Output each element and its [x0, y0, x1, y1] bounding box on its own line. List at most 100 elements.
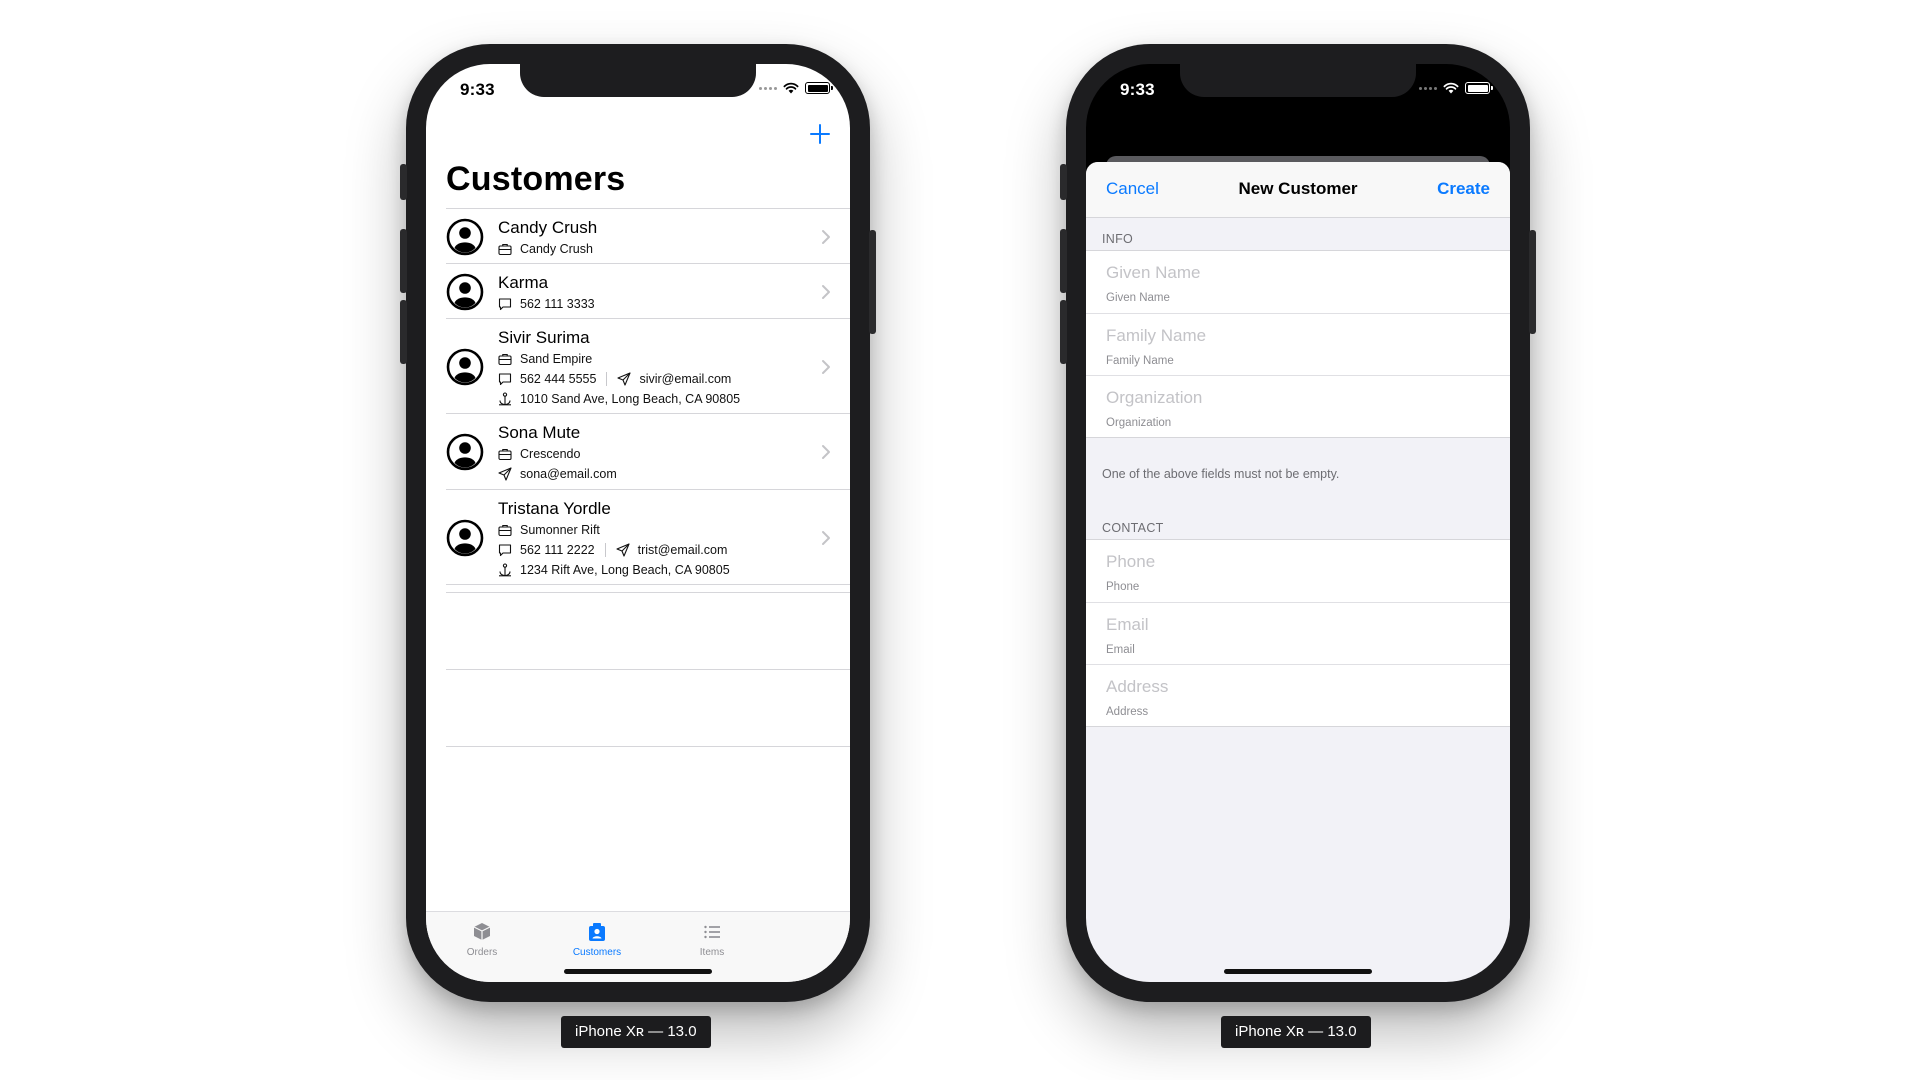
add-customer-plus-icon[interactable]	[808, 122, 832, 146]
customer-detail-line: sona@email.com	[498, 464, 850, 484]
customer-name: Sona Mute	[498, 423, 581, 442]
send-icon	[498, 467, 512, 481]
given-name-field[interactable]: Given Name Given Name	[1086, 251, 1510, 313]
chevron-right-icon	[822, 530, 830, 545]
simulator-canvas: 9:33 Customers Candy Crush Candy Crush Kar…	[0, 0, 1920, 1080]
organization-placeholder: Organization	[1106, 388, 1203, 407]
email-field[interactable]: Email Email	[1086, 602, 1510, 664]
new-customer-sheet: Cancel New Customer Create INFO Given Na…	[1086, 162, 1510, 982]
customer-detail-line: 1010 Sand Ave, Long Beach, CA 90805	[498, 389, 850, 409]
customer-detail-line: 562 444 5555 sivir@email.com	[498, 369, 850, 389]
battery-icon	[1465, 82, 1493, 94]
list-bottom-separator	[446, 584, 850, 585]
customer-row[interactable]: Sona Mute Crescendo sona@email.com	[446, 413, 850, 489]
chevron-right-icon	[822, 284, 830, 299]
status-time: 9:33	[460, 80, 495, 99]
customer-detail-line: 1234 Rift Ave, Long Beach, CA 90805	[498, 560, 850, 580]
family-name-field[interactable]: Family Name Family Name	[1086, 313, 1510, 375]
volume-down-button	[1060, 300, 1067, 364]
family-name-placeholder: Family Name	[1106, 326, 1207, 345]
briefcase-icon	[498, 523, 512, 537]
person-circle-icon	[446, 273, 484, 310]
customer-detail-text: 1010 Sand Ave, Long Beach, CA 90805	[520, 392, 741, 406]
person-circle-icon	[446, 218, 484, 255]
cellular-dots-icon	[759, 86, 777, 90]
customer-detail-text: 562 111 2222	[520, 543, 595, 557]
customer-detail-line: Sumonner Rift	[498, 520, 850, 540]
customer-detail-line: Sand Empire	[498, 349, 850, 369]
create-button[interactable]: Create	[1437, 179, 1490, 199]
customer-detail-text: sivir@email.com	[639, 372, 732, 386]
customers-screen: 9:33 Customers Candy Crush Candy Crush Kar…	[426, 64, 850, 982]
device-caption-right: iPhone Xʀ — 13.0	[1221, 1016, 1371, 1048]
customer-detail-text: Crescendo	[520, 447, 581, 461]
customer-row[interactable]: Tristana Yordle Sumonner Rift 562 111 2222…	[446, 489, 850, 584]
status-bar: 9:33	[426, 64, 850, 108]
email-placeholder: Email	[1106, 615, 1149, 634]
briefcase-icon	[498, 447, 512, 461]
briefcase-icon	[498, 242, 512, 256]
empty-row-separator	[446, 746, 850, 747]
chevron-right-icon	[822, 359, 830, 374]
customer-detail-text: Candy Crush	[520, 242, 593, 256]
status-bar: 9:33	[1086, 64, 1510, 108]
new-customer-screen: 9:33 Cancel New Customer Create INFO Giv…	[1086, 64, 1510, 982]
chevron-right-icon	[822, 445, 830, 459]
empty-row-separator	[446, 592, 850, 593]
sheet-navigation-bar: Cancel New Customer Create	[1086, 162, 1510, 218]
address-field[interactable]: Address Address	[1086, 664, 1510, 726]
iphone-frame-customers: 9:33 Customers Candy Crush Candy Crush Kar…	[400, 44, 876, 1002]
page-title: Customers	[446, 160, 626, 198]
family-name-label: Family Name	[1106, 355, 1174, 367]
volume-down-button	[400, 300, 407, 364]
info-section-header: INFO	[1102, 232, 1134, 246]
customer-row[interactable]: Candy Crush Candy Crush	[446, 208, 850, 263]
address-label: Address	[1106, 706, 1149, 718]
tab-orders[interactable]: Orders	[432, 921, 532, 958]
person-card-icon	[589, 923, 605, 941]
given-name-label: Given Name	[1106, 292, 1170, 304]
list-icon	[704, 925, 720, 939]
customer-row[interactable]: Sivir Surima Sand Empire 562 444 5555 sivir…	[446, 318, 850, 413]
detail-divider	[606, 372, 608, 386]
message-icon	[498, 543, 512, 557]
customer-detail-text: trist@email.com	[637, 543, 728, 557]
customer-detail-text: sona@email.com	[520, 467, 617, 481]
given-name-placeholder: Given Name	[1106, 263, 1201, 282]
home-indicator	[1224, 969, 1372, 974]
tab-customers[interactable]: Customers	[547, 921, 647, 958]
customer-detail-text: 1234 Rift Ave, Long Beach, CA 90805	[520, 563, 730, 577]
iphone-frame-new-customer: 9:33 Cancel New Customer Create INFO Giv…	[1060, 44, 1536, 1002]
chevron-right-icon	[822, 229, 830, 244]
box-icon	[473, 923, 491, 940]
home-indicator	[564, 969, 712, 974]
customer-detail-text: 562 444 5555	[520, 372, 597, 386]
phone-field[interactable]: Phone Phone	[1086, 540, 1510, 602]
status-time: 9:33	[1120, 80, 1155, 99]
info-section-footer: One of the above fields must not be empt…	[1102, 467, 1340, 481]
organization-field[interactable]: Organization Organization	[1086, 375, 1510, 437]
contact-section-header: CONTACT	[1102, 521, 1164, 535]
volume-up-button	[400, 229, 407, 293]
customer-row[interactable]: Karma 562 111 3333	[446, 263, 850, 318]
customer-list: Candy Crush Candy Crush Karma 562 111 3333 S…	[446, 208, 850, 585]
tab-items[interactable]: Items	[662, 921, 762, 958]
customer-detail-line: 562 111 3333	[498, 294, 850, 314]
tab-items-label: Items	[699, 947, 725, 958]
tab-orders-label: Orders	[466, 947, 498, 958]
power-button	[1529, 230, 1536, 334]
battery-icon	[805, 82, 833, 94]
briefcase-icon	[498, 352, 512, 366]
customer-name: Tristana Yordle	[498, 499, 611, 518]
silent-switch	[400, 164, 407, 200]
contact-field-group: Phone Phone Email Email Address Address	[1086, 539, 1510, 727]
phone-placeholder: Phone	[1106, 552, 1156, 571]
person-circle-icon	[446, 519, 484, 556]
wifi-icon	[783, 82, 799, 94]
empty-row-separator	[446, 669, 850, 670]
anchor-icon	[498, 392, 512, 406]
address-placeholder: Address	[1106, 677, 1169, 696]
customer-name: Sivir Surima	[498, 328, 590, 347]
customer-detail-line: Candy Crush	[498, 239, 850, 259]
customer-detail-text: Sand Empire	[520, 352, 593, 366]
